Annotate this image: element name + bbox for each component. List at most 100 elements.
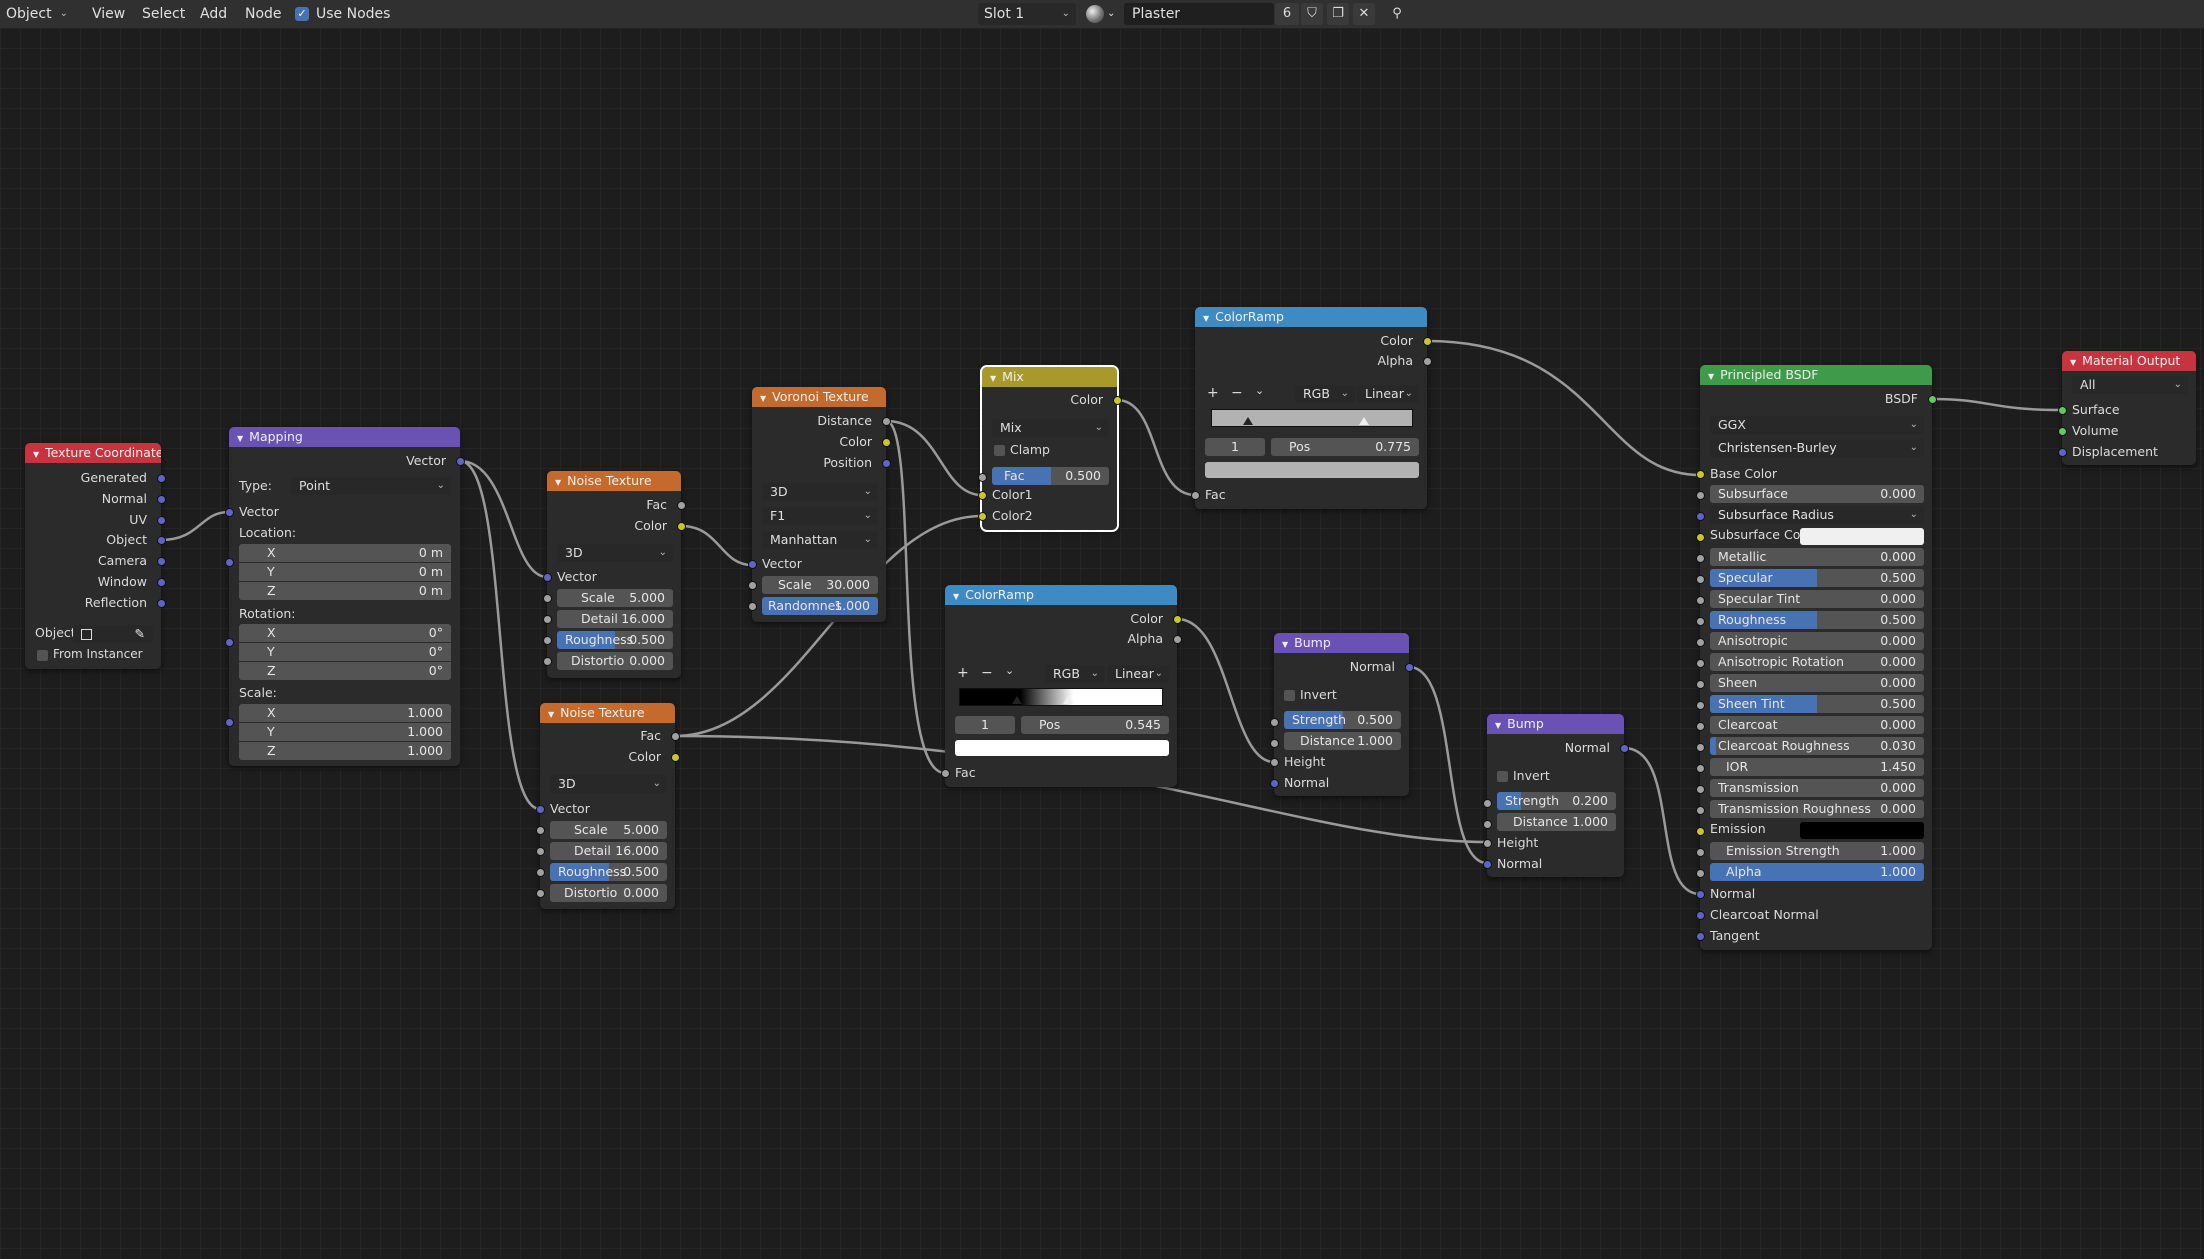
collapse-triangle-icon[interactable]: ▼ <box>953 592 959 601</box>
socket-output-bsdf[interactable] <box>1928 395 1937 404</box>
socket-output-color[interactable] <box>1423 337 1432 346</box>
node-header[interactable]: ▼ Voronoi Texture <box>752 387 886 407</box>
stop-position-field[interactable]: Pos 0.775 <box>1271 438 1419 456</box>
socket-anisotropic[interactable] <box>1696 638 1705 647</box>
node-header[interactable]: ▼ Mapping <box>229 427 460 447</box>
stop-index-field[interactable]: 1 <box>955 716 1015 734</box>
stop-position-field[interactable]: Pos 0.545 <box>1021 716 1169 734</box>
socket-specular[interactable] <box>1696 575 1705 584</box>
mode-dropdown[interactable]: Object ⌄ <box>0 3 74 25</box>
socket-distortion[interactable] <box>536 889 545 898</box>
stop-index-field[interactable]: 1 <box>1205 438 1265 456</box>
blend-mode-dropdown[interactable]: Mix ⌄ <box>992 419 1109 437</box>
node-mapping[interactable]: ▼ Mapping Vector Type: Point ⌄ Vector Loca… <box>225 427 465 766</box>
socket-specular-tint[interactable] <box>1696 596 1705 605</box>
distance-field[interactable]: Distance 1.000 <box>1497 813 1616 831</box>
collapse-triangle-icon[interactable]: ▼ <box>1203 314 1209 323</box>
node-header[interactable]: ▼ Bump <box>1487 714 1624 734</box>
collapse-triangle-icon[interactable]: ▼ <box>237 434 243 443</box>
ior-field[interactable]: IOR 1.450 <box>1710 758 1924 776</box>
socket-output-alpha[interactable] <box>1173 635 1182 644</box>
specular-slider[interactable]: Specular 0.500 <box>1710 569 1924 587</box>
rotation-x-field[interactable]: X 0° <box>239 624 451 642</box>
node-color-ramp-1[interactable]: ▼ ColorRamp Color Alpha + − ⌄ RGB ⌄ Linear… <box>1191 307 1432 509</box>
interpolation-dropdown[interactable]: Linear ⌄ <box>1107 665 1169 683</box>
clearcoat-field[interactable]: Clearcoat 0.000 <box>1710 716 1924 734</box>
socket-normal[interactable] <box>1696 890 1705 899</box>
node-header[interactable]: ▼ ColorRamp <box>1195 307 1427 327</box>
socket-sheen-tint[interactable] <box>1696 701 1705 710</box>
specular-tint-field[interactable]: Specular Tint 0.000 <box>1710 590 1924 608</box>
stop-color-swatch[interactable] <box>1205 462 1419 478</box>
socket-clearcoat[interactable] <box>1696 722 1705 731</box>
distortion-field[interactable]: Distortio 0.000 <box>557 652 673 670</box>
subsurface-method-dropdown[interactable]: Christensen-Burley ⌄ <box>1710 439 1924 457</box>
clearcoat-roughness-slider[interactable]: Clearcoat Roughness 0.030 <box>1710 737 1924 755</box>
rotation-y-field[interactable]: Y 0° <box>239 643 451 661</box>
add-stop-button[interactable]: + <box>957 665 969 681</box>
invert-checkbox[interactable] <box>1284 690 1295 701</box>
socket-base-color[interactable] <box>1696 470 1705 479</box>
scale-field[interactable]: Scale 5.000 <box>557 589 673 607</box>
interpolation-dropdown[interactable]: Linear ⌄ <box>1357 385 1419 403</box>
node-header[interactable]: ▼ Mix <box>982 367 1117 387</box>
subsurface-field[interactable]: Subsurface 0.000 <box>1710 485 1924 503</box>
node-header[interactable]: ▼ Noise Texture <box>540 703 675 723</box>
socket-input-vector[interactable] <box>748 560 757 569</box>
object-field[interactable]: ✎ <box>73 625 153 643</box>
socket-reflection[interactable] <box>157 599 166 608</box>
scale-field[interactable]: Scale 30.000 <box>762 576 878 594</box>
anisotropic-field[interactable]: Anisotropic 0.000 <box>1710 632 1924 650</box>
node-voronoi-texture[interactable]: ▼ Voronoi Texture Distance Color Position… <box>748 387 891 622</box>
clamp-checkbox[interactable] <box>994 445 1005 456</box>
socket-color1[interactable] <box>978 491 987 500</box>
color-stop-marker-1[interactable] <box>1359 417 1369 425</box>
socket-location[interactable] <box>225 558 234 567</box>
socket-transmission[interactable] <box>1696 785 1705 794</box>
alpha-slider[interactable]: Alpha 1.000 <box>1710 863 1924 881</box>
node-header[interactable]: ▼ Principled BSDF <box>1700 365 1932 385</box>
node-header[interactable]: ▼ Noise Texture <box>547 471 681 491</box>
fac-slider[interactable]: Fac 0.500 <box>992 467 1109 485</box>
node-bump-1[interactable]: ▼ Bump Normal Invert Strength 0.500 Distan… <box>1270 633 1414 796</box>
node-header[interactable]: ▼ Bump <box>1274 633 1409 653</box>
socket-height[interactable] <box>1483 839 1492 848</box>
duplicate-icon[interactable]: ❐ <box>1327 3 1349 25</box>
color-stop-marker-0[interactable] <box>1243 417 1253 425</box>
socket-emission-strength[interactable] <box>1696 848 1705 857</box>
collapse-triangle-icon[interactable]: ▼ <box>1495 721 1501 730</box>
transmission-roughness-field[interactable]: Transmission Roughness 0.000 <box>1710 800 1924 818</box>
gradient-bar[interactable] <box>959 688 1163 706</box>
socket-scale[interactable] <box>543 594 552 603</box>
scale-x-field[interactable]: X 1.000 <box>239 704 451 722</box>
node-color-ramp-2[interactable]: ▼ ColorRamp Color Alpha + − ⌄ RGB ⌄ Linear… <box>941 585 1182 787</box>
socket-subsurface-color[interactable] <box>1696 533 1705 542</box>
socket-scale[interactable] <box>225 718 234 727</box>
collapse-triangle-icon[interactable]: ▼ <box>1708 372 1714 381</box>
type-dropdown[interactable]: Point ⌄ <box>291 477 451 495</box>
socket-transmission-roughness[interactable] <box>1696 806 1705 815</box>
node-noise-texture-2[interactable]: ▼ Noise Texture Fac Color 3D ⌄ Vector Scal… <box>536 703 680 909</box>
socket-surface[interactable] <box>2058 406 2067 415</box>
node-header[interactable]: ▼ Texture Coordinate <box>25 443 161 463</box>
distance-metric-dropdown[interactable]: Manhattan ⌄ <box>762 531 878 549</box>
socket-fac[interactable] <box>978 473 987 482</box>
socket-color[interactable] <box>677 522 686 531</box>
socket-normal[interactable] <box>1483 860 1492 869</box>
detail-field[interactable]: Detail 16.000 <box>550 842 667 860</box>
socket-fac[interactable] <box>677 501 686 510</box>
socket-object[interactable] <box>157 536 166 545</box>
socket-color2[interactable] <box>978 512 987 521</box>
socket-strength[interactable] <box>1270 718 1279 727</box>
fake-user-shield-icon[interactable]: ⛉ <box>1301 3 1323 25</box>
color-mode-dropdown[interactable]: RGB ⌄ <box>1295 385 1355 403</box>
invert-checkbox[interactable] <box>1497 771 1508 782</box>
socket-anisotropic-rotation[interactable] <box>1696 659 1705 668</box>
menu-select[interactable]: Select <box>142 0 185 28</box>
add-stop-button[interactable]: + <box>1207 385 1219 401</box>
close-icon[interactable]: ✕ <box>1353 3 1375 25</box>
socket-distortion[interactable] <box>543 657 552 666</box>
socket-volume[interactable] <box>2058 427 2067 436</box>
feature-dropdown[interactable]: F1 ⌄ <box>762 507 878 525</box>
socket-color[interactable] <box>671 753 680 762</box>
